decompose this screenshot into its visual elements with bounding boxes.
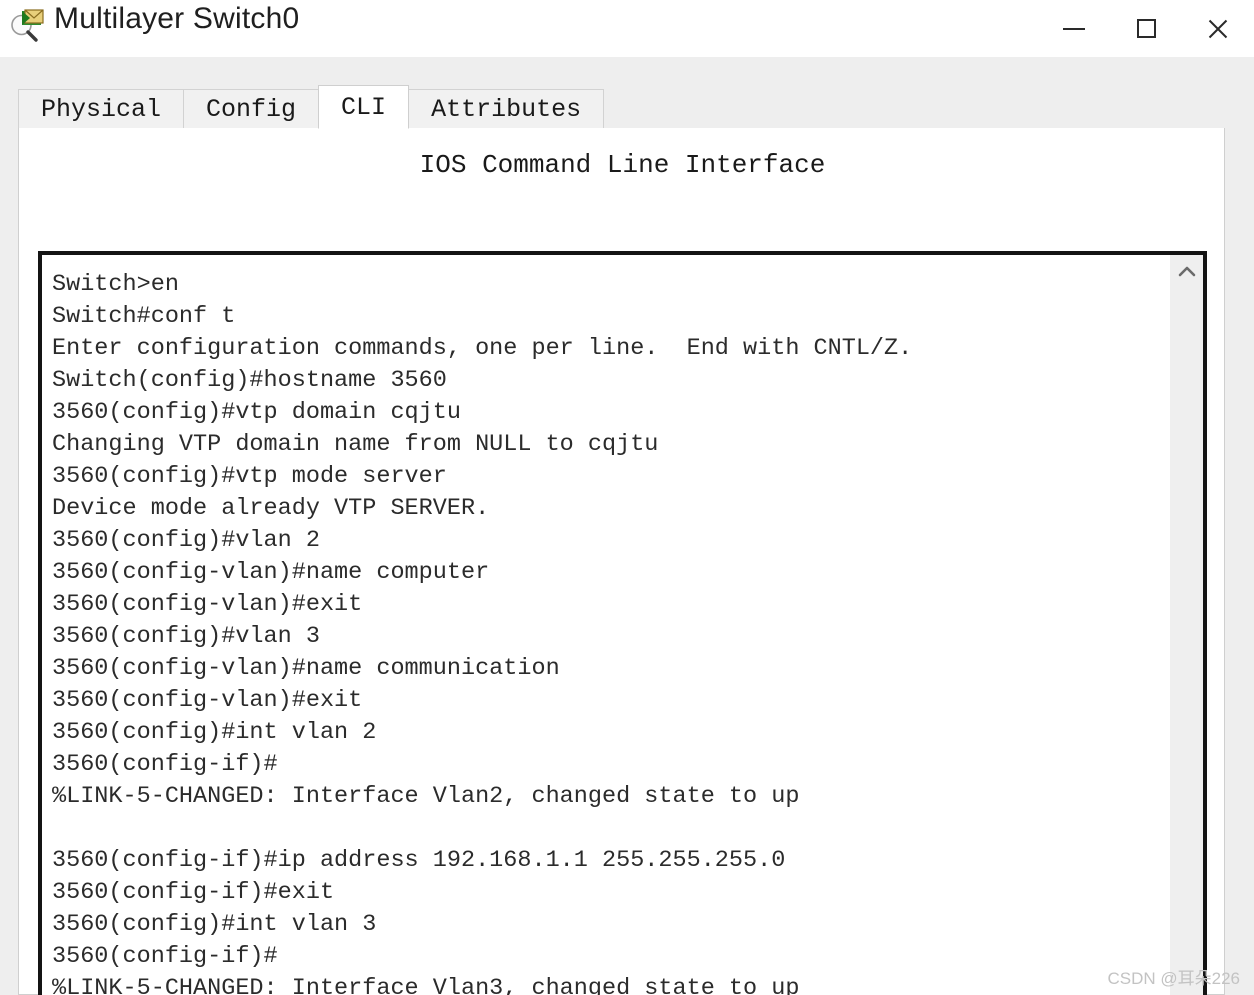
terminal-line: 3560(config-vlan)#name communication [52,655,560,682]
terminal-line: 3560(config-if)# [52,751,278,778]
close-icon [1206,17,1230,41]
terminal-line: 3560(config)#vlan 2 [52,527,320,554]
inspect-packet-icon [8,6,46,44]
panel-heading: IOS Command Line Interface [419,150,826,180]
terminal-line: 3560(config)#vtp domain cqjtu [52,399,461,426]
multilayer-switch-window: Multilayer Switch0 Physical Config CLI A… [0,0,1254,995]
tab-cli[interactable]: CLI [318,85,410,129]
terminal-line: 3560(config)#int vlan 3 [52,911,377,938]
terminal-line: Device mode already VTP SERVER. [52,495,490,522]
maximize-icon [1136,19,1156,38]
minimize-icon [1063,27,1085,30]
window-titlebar: Multilayer Switch0 [0,0,1254,57]
tab-config[interactable]: Config [183,89,320,129]
terminal-line: 3560(config-vlan)#exit [52,687,363,714]
window-controls [1038,0,1254,57]
terminal-output[interactable]: Switch>en Switch#conf t Enter configuratio… [42,255,1169,995]
terminal-line: 3560(config-if)#exit [52,879,335,906]
tab-physical[interactable]: Physical [18,89,185,129]
scroll-up-button[interactable] [1170,255,1204,289]
terminal-line: 3560(config-if)#ip address 192.168.1.1 2… [52,847,786,874]
terminal-frame: Switch>en Switch#conf t Enter configuratio… [38,251,1207,995]
terminal-line: Switch#conf t [52,303,236,330]
chevron-up-icon [1177,265,1197,279]
tab-bar: Physical Config CLI Attributes [18,85,605,129]
tab-attributes[interactable]: Attributes [408,89,605,129]
terminal-scrollbar[interactable] [1169,255,1203,995]
close-button[interactable] [1182,0,1254,57]
minimize-button[interactable] [1038,0,1110,57]
maximize-button[interactable] [1110,0,1182,57]
terminal-line: %LINK-5-CHANGED: Interface Vlan3, change… [52,975,800,995]
terminal-line: 3560(config)#int vlan 2 [52,719,377,746]
window-title: Multilayer Switch0 [54,2,300,35]
terminal-line: 3560(config-vlan)#name computer [52,559,490,586]
terminal-line: %LINK-5-CHANGED: Interface Vlan2, change… [52,783,800,810]
terminal-line: Enter configuration commands, one per li… [52,335,913,362]
terminal-line: 3560(config-vlan)#exit [52,591,363,618]
window-body: Physical Config CLI Attributes IOS Comma… [0,57,1254,995]
cli-tab-panel: IOS Command Line Interface Switch>en Swit… [18,128,1225,995]
terminal-line: 3560(config)#vtp mode server [52,463,447,490]
terminal-line: Switch>en [52,271,179,298]
terminal-line: 3560(config)#vlan 3 [52,623,320,650]
terminal-line: Switch(config)#hostname 3560 [52,367,447,394]
terminal-line: 3560(config-if)# [52,943,278,970]
terminal-line: Changing VTP domain name from NULL to cq… [52,431,659,458]
